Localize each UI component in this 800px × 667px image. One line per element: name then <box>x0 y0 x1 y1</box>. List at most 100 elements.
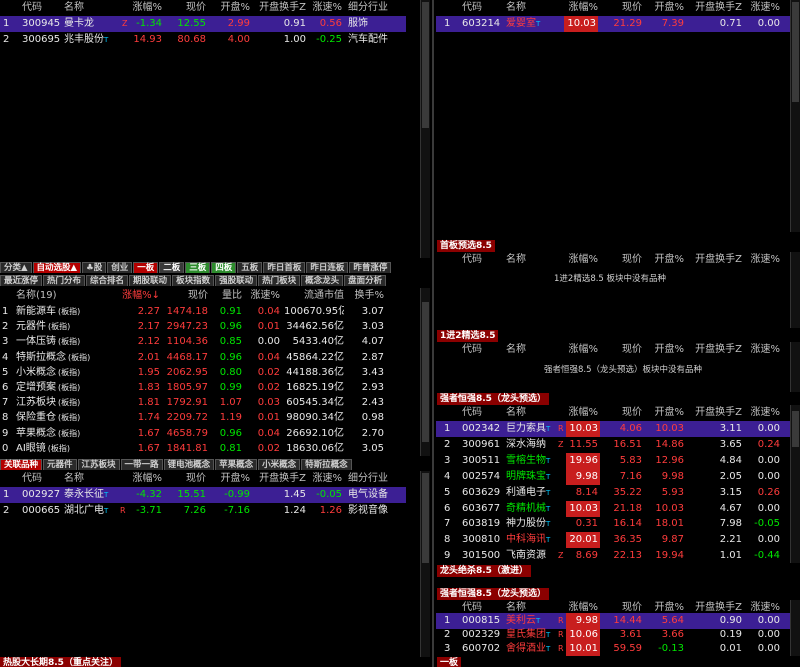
tab-hot-sectors[interactable]: 热门板块 <box>258 275 301 286</box>
col-code[interactable]: 代码 <box>462 342 502 358</box>
tab-yesterday-limit[interactable]: 昨曾涨停 <box>349 262 392 273</box>
table-row[interactable]: 1 002342 巨力索具T R 10.03 4.06 10.03 3.11 0.00 <box>436 421 790 437</box>
tab-stocks[interactable]: ♣股 <box>82 262 107 273</box>
col-speed[interactable]: 涨速% <box>746 252 780 268</box>
tab-board-3[interactable]: 三板 <box>185 262 211 273</box>
table-row[interactable]: 4 002574 明牌珠宝T 9.98 7.16 9.98 2.05 0.00 <box>436 468 790 485</box>
col-price[interactable]: 现价 <box>602 342 642 358</box>
table-row[interactable]: 7 江苏板块 (板指) 1.81 1792.91 1.07 0.03 60545.34亿 2.4… <box>0 395 410 410</box>
panel-title-first-board[interactable]: 首板预选8.5 <box>437 240 495 252</box>
table-row[interactable]: 6 603677 奇精机械T 10.03 21.18 10.03 4.67 0.00 <box>436 500 790 517</box>
tab-board-5[interactable]: 五板 <box>237 262 263 273</box>
table-row[interactable]: 1 002927 泰永长征T -4.32 15.51 -0.99 1.45 -0… <box>0 487 406 503</box>
col-name[interactable]: 名称(19) <box>16 288 86 304</box>
col-name[interactable]: 名称 <box>506 0 550 16</box>
vertical-scrollbar[interactable] <box>420 288 430 456</box>
col-change[interactable]: 涨幅% <box>120 471 162 487</box>
scrollbar-thumb[interactable] <box>422 302 429 442</box>
table-row[interactable]: 2 元器件 (板指) 2.17 2947.23 0.96 0.01 34462.56亿 3.03 <box>0 319 410 334</box>
tab-yesterday-consecutive[interactable]: 昨日连板 <box>306 262 349 273</box>
col-open-turnover[interactable]: 开盘换手Z <box>688 405 742 421</box>
col-code[interactable]: 代码 <box>462 405 502 421</box>
col-change[interactable]: 涨幅% <box>556 252 598 268</box>
tab-strong-link[interactable]: 强股联动 <box>215 275 258 286</box>
table-row[interactable]: 9 301500 飞南资源 Z 8.69 22.13 19.94 1.01 -0.44 <box>436 548 790 563</box>
col-change[interactable]: 涨幅% <box>556 405 598 421</box>
col-open[interactable]: 开盘% <box>210 0 250 16</box>
col-open-turnover[interactable]: 开盘换手Z <box>252 0 306 16</box>
table-row[interactable]: 2 300961 深水海纳 Z 11.55 16.51 14.86 3.65 0.24 <box>436 437 790 453</box>
col-volume-ratio[interactable]: 量比 <box>212 288 242 304</box>
col-change[interactable]: 涨幅% <box>556 342 598 358</box>
tab-yesterday-first[interactable]: 昨日首板 <box>263 262 306 273</box>
pane-divider[interactable] <box>432 0 434 667</box>
tab-concept-leaders[interactable]: 概念龙头 <box>301 275 344 286</box>
table-row[interactable]: 4 特斯拉概念 (板指) 2.01 4468.17 0.96 0.04 45864.22亿 2.… <box>0 350 410 365</box>
panel-title-strong[interactable]: 强者恒强8.5（龙头预选） <box>437 393 549 405</box>
scrollbar-thumb[interactable] <box>422 473 429 563</box>
tab-hot-distribution[interactable]: 热门分布 <box>43 275 86 286</box>
col-speed[interactable]: 涨速% <box>746 405 780 421</box>
tab-xiaomi[interactable]: 小米概念 <box>258 459 301 470</box>
col-speed[interactable]: 涨速% <box>746 0 780 16</box>
col-change-sorted[interactable]: 涨幅%↓ <box>116 288 160 304</box>
scrollbar-thumb[interactable] <box>792 2 799 102</box>
col-speed[interactable]: 涨速% <box>308 0 342 16</box>
tab-market-analysis[interactable]: 盘面分析 <box>344 275 387 286</box>
col-name[interactable]: 名称 <box>506 342 550 358</box>
col-industry[interactable]: 细分行业 <box>348 0 408 16</box>
col-price[interactable]: 现价 <box>166 471 206 487</box>
col-price[interactable]: 现价 <box>164 288 208 304</box>
col-speed[interactable]: 涨速% <box>246 288 280 304</box>
table-row[interactable]: 8 保险重仓 (板指) 1.74 2209.72 1.19 0.01 98090.34亿 0.9… <box>0 410 410 425</box>
col-code[interactable]: 代码 <box>22 471 62 487</box>
tab-first-board-bottom[interactable]: 一板 <box>437 657 462 667</box>
col-change[interactable]: 涨幅% <box>120 0 162 16</box>
table-row[interactable]: 7 603819 神力股份T 0.31 16.14 18.01 7.98 -0.05 <box>436 516 790 532</box>
col-market-cap[interactable]: 流通市值 <box>284 288 344 304</box>
tab-overall-rank[interactable]: 综合排名 <box>86 275 129 286</box>
tab-jiangsu[interactable]: 江苏板块 <box>77 459 120 470</box>
table-row[interactable]: 1 新能源车 (板指) 2.27 1474.18 0.91 0.04 100670.95亿 3.… <box>0 304 410 319</box>
vertical-scrollbar[interactable] <box>790 342 800 392</box>
tab-board-2[interactable]: 二板 <box>159 262 185 273</box>
col-price[interactable]: 现价 <box>602 405 642 421</box>
col-name[interactable]: 名称 <box>64 471 114 487</box>
vertical-scrollbar[interactable] <box>790 252 800 328</box>
col-open-turnover[interactable]: 开盘换手Z <box>252 471 306 487</box>
table-row[interactable]: 3 600702 舍得酒业T R 10.01 59.59 -0.13 0.01 0.00 <box>436 641 790 656</box>
vertical-scrollbar[interactable] <box>790 0 800 232</box>
panel-title-hot-stocks[interactable]: 热股大长期8.5（重点关注） <box>0 657 121 667</box>
tab-recent-limit[interactable]: 最近涨停 <box>0 275 43 286</box>
table-row[interactable]: 3 一体压铸 (板指) 2.12 1104.36 0.85 0.00 5433.40亿 4.07 <box>0 334 410 349</box>
tab-category[interactable]: 分类▲ <box>0 262 32 273</box>
col-name[interactable]: 名称 <box>64 0 114 16</box>
table-row[interactable]: 2 000665 湖北广电T R -3.71 7.26 -7.16 1.24 1… <box>0 503 406 519</box>
col-open[interactable]: 开盘% <box>644 252 684 268</box>
col-price[interactable]: 现价 <box>602 252 642 268</box>
col-open[interactable]: 开盘% <box>644 405 684 421</box>
table-row[interactable]: 5 603629 利通电子T 8.14 35.22 5.93 3.15 0.26 <box>436 485 790 501</box>
panel-title-dragon[interactable]: 龙头绝杀8.5（激进） <box>437 565 531 577</box>
table-row[interactable]: 1 603214 爱婴室T 10.03 21.29 7.39 0.71 0.00 <box>436 16 790 32</box>
tab-lithium[interactable]: 锂电池概念 <box>163 459 215 470</box>
col-industry[interactable]: 细分行业 <box>348 471 408 487</box>
scrollbar-thumb[interactable] <box>792 411 799 447</box>
tab-related[interactable]: 关联品种 <box>0 459 43 470</box>
table-row[interactable]: 5 小米概念 (板指) 1.95 2062.95 0.80 0.02 44188.36亿 3.4… <box>0 365 410 380</box>
table-row[interactable]: 8 300810 中科海讯T 20.01 36.35 9.87 2.21 0.00 <box>436 532 790 549</box>
col-change[interactable]: 涨幅% <box>556 0 598 16</box>
vertical-scrollbar[interactable] <box>790 405 800 563</box>
scrollbar-thumb[interactable] <box>422 2 429 128</box>
col-price[interactable]: 现价 <box>166 0 206 16</box>
col-open-turnover[interactable]: 开盘换手Z <box>688 0 742 16</box>
tab-apple[interactable]: 苹果概念 <box>215 459 258 470</box>
vertical-scrollbar[interactable] <box>420 471 430 657</box>
col-open[interactable]: 开盘% <box>210 471 250 487</box>
col-open[interactable]: 开盘% <box>644 342 684 358</box>
col-name[interactable]: 名称 <box>506 405 550 421</box>
tab-tesla[interactable]: 特斯拉概念 <box>301 459 352 470</box>
col-code[interactable]: 代码 <box>22 0 62 16</box>
col-speed[interactable]: 涨速% <box>746 342 780 358</box>
tab-futures-link[interactable]: 期股联动 <box>129 275 172 286</box>
